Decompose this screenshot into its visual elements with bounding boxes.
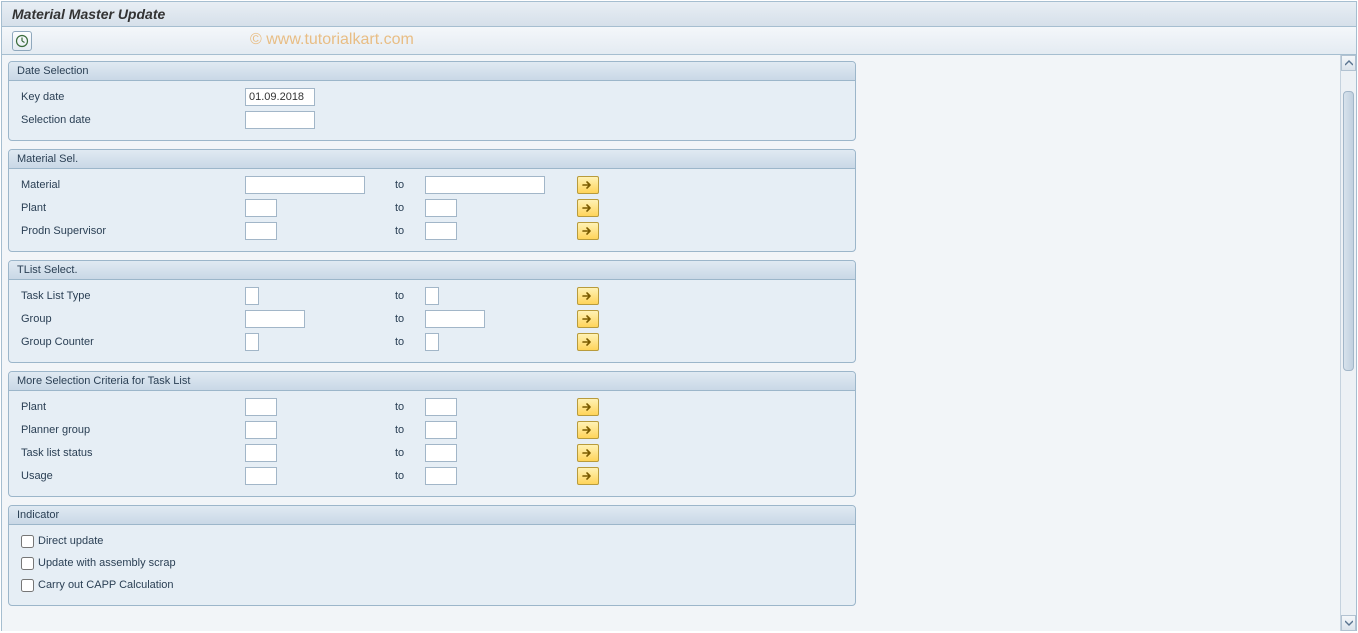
field-label: Material [17, 179, 245, 191]
scroll-down-button[interactable] [1341, 615, 1356, 631]
multiple-selection-button[interactable] [577, 310, 599, 328]
key-date-label: Key date [17, 91, 245, 103]
plant-from-input[interactable] [245, 199, 277, 217]
to-label: to [395, 470, 425, 482]
multiple-selection-button[interactable] [577, 176, 599, 194]
task-list-status-from-input[interactable] [245, 444, 277, 462]
group-to-input[interactable] [425, 310, 485, 328]
arrow-right-icon [582, 402, 594, 412]
material-to-input[interactable] [425, 176, 545, 194]
group-from-input[interactable] [245, 310, 305, 328]
group-header: Date Selection [9, 62, 855, 81]
carry-out-capp-calculation-label: Carry out CAPP Calculation [38, 579, 174, 591]
chevron-down-icon [1345, 620, 1353, 626]
carry-out-capp-calculation-checkbox[interactable] [21, 579, 34, 592]
arrow-right-icon [582, 448, 594, 458]
arrow-right-icon [582, 337, 594, 347]
multiple-selection-button[interactable] [577, 398, 599, 416]
group-header: Material Sel. [9, 150, 855, 169]
group-header: More Selection Criteria for Task List [9, 372, 855, 391]
arrow-right-icon [582, 226, 594, 236]
arrow-right-icon [582, 180, 594, 190]
to-label: to [395, 313, 425, 325]
key-date-input[interactable] [245, 88, 315, 106]
toolbar [2, 27, 1356, 55]
field-label: Usage [17, 470, 245, 482]
to-label: to [395, 424, 425, 436]
plant-from-input[interactable] [245, 398, 277, 416]
group-date-selection: Date Selection Key date Selection date [8, 61, 856, 141]
to-label: to [395, 336, 425, 348]
clock-icon [15, 34, 29, 48]
chevron-up-icon [1345, 60, 1353, 66]
arrow-right-icon [582, 314, 594, 324]
group-header: Indicator [9, 506, 855, 525]
task-list-status-to-input[interactable] [425, 444, 457, 462]
multiple-selection-button[interactable] [577, 421, 599, 439]
field-label: Planner group [17, 424, 245, 436]
scroll-up-button[interactable] [1341, 55, 1356, 71]
multiple-selection-button[interactable] [577, 333, 599, 351]
group-indicator: Indicator Direct update Update with assem… [8, 505, 856, 606]
scroll-thumb[interactable] [1343, 91, 1354, 371]
group-counter-from-input[interactable] [245, 333, 259, 351]
prodn-supervisor-from-input[interactable] [245, 222, 277, 240]
multiple-selection-button[interactable] [577, 287, 599, 305]
field-label: Task List Type [17, 290, 245, 302]
plant-to-input[interactable] [425, 398, 457, 416]
vertical-scrollbar[interactable] [1340, 55, 1356, 631]
task-list-type-to-input[interactable] [425, 287, 439, 305]
field-label: Prodn Supervisor [17, 225, 245, 237]
to-label: to [395, 290, 425, 302]
multiple-selection-button[interactable] [577, 222, 599, 240]
prodn-supervisor-to-input[interactable] [425, 222, 457, 240]
task-list-type-from-input[interactable] [245, 287, 259, 305]
group-counter-to-input[interactable] [425, 333, 439, 351]
group-material-sel: Material Sel. Material to Plant to Prodn Sup… [8, 149, 856, 252]
usage-from-input[interactable] [245, 467, 277, 485]
to-label: to [395, 225, 425, 237]
to-label: to [395, 447, 425, 459]
selection-date-label: Selection date [17, 114, 245, 126]
arrow-right-icon [582, 203, 594, 213]
page-title: Material Master Update [2, 2, 1356, 27]
to-label: to [395, 179, 425, 191]
direct-update-label: Direct update [38, 535, 103, 547]
group-header: TList Select. [9, 261, 855, 280]
group-tlist-select: TList Select. Task List Type to Group to Gro… [8, 260, 856, 363]
to-label: to [395, 401, 425, 413]
arrow-right-icon [582, 291, 594, 301]
field-label: Task list status [17, 447, 245, 459]
planner-group-to-input[interactable] [425, 421, 457, 439]
field-label: Group Counter [17, 336, 245, 348]
to-label: to [395, 202, 425, 214]
update-with-assembly-scrap-checkbox[interactable] [21, 557, 34, 570]
planner-group-from-input[interactable] [245, 421, 277, 439]
plant-to-input[interactable] [425, 199, 457, 217]
direct-update-checkbox[interactable] [21, 535, 34, 548]
execute-button[interactable] [12, 31, 32, 51]
field-label: Group [17, 313, 245, 325]
material-from-input[interactable] [245, 176, 365, 194]
selection-date-input[interactable] [245, 111, 315, 129]
group-more-criteria: More Selection Criteria for Task List Pl… [8, 371, 856, 497]
field-label: Plant [17, 401, 245, 413]
multiple-selection-button[interactable] [577, 199, 599, 217]
arrow-right-icon [582, 471, 594, 481]
multiple-selection-button[interactable] [577, 444, 599, 462]
usage-to-input[interactable] [425, 467, 457, 485]
update-with-assembly-scrap-label: Update with assembly scrap [38, 557, 176, 569]
scroll-track[interactable] [1341, 71, 1356, 615]
arrow-right-icon [582, 425, 594, 435]
multiple-selection-button[interactable] [577, 467, 599, 485]
field-label: Plant [17, 202, 245, 214]
